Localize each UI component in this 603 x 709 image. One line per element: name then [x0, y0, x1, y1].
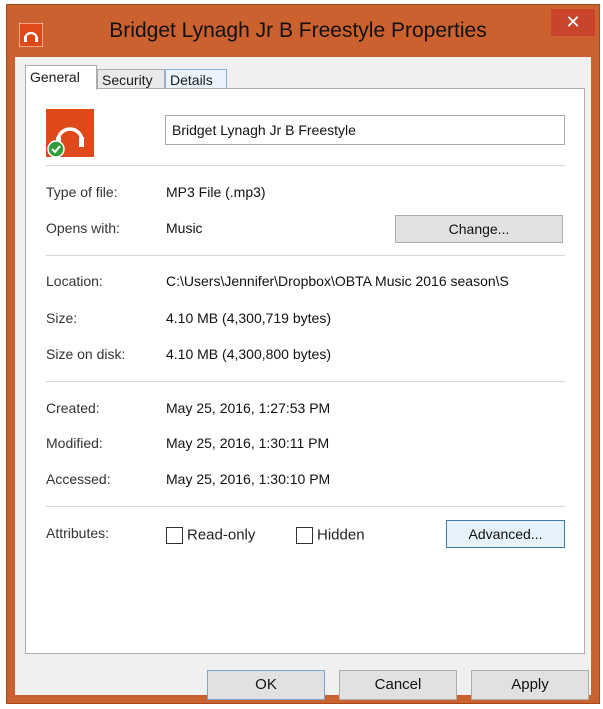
modified-label: Modified: — [46, 435, 103, 451]
location-value: C:\Users\Jennifer\Dropbox\OBTA Music 201… — [166, 273, 509, 289]
location-label: Location: — [46, 273, 103, 289]
divider — [46, 381, 565, 382]
size-value: 4.10 MB (4,300,719 bytes) — [166, 310, 331, 326]
cancel-button[interactable]: Cancel — [339, 670, 457, 700]
ok-button[interactable]: OK — [207, 670, 325, 700]
hidden-checkbox[interactable]: Hidden — [296, 526, 365, 544]
hidden-label: Hidden — [317, 526, 365, 544]
divider — [46, 255, 565, 256]
created-label: Created: — [46, 400, 100, 416]
type-of-file-label: Type of file: — [46, 184, 118, 200]
dialog-client-area: General Security Details Type of file: M… — [15, 57, 591, 700]
read-only-label: Read-only — [187, 526, 256, 544]
general-tab-panel: Type of file: MP3 File (.mp3) Opens with… — [25, 88, 585, 654]
opens-with-label: Opens with: — [46, 220, 120, 236]
accessed-value: May 25, 2016, 1:30:10 PM — [166, 471, 331, 487]
window-title: Bridget Lynagh Jr B Freestyle Properties — [109, 19, 487, 42]
size-on-disk-value: 4.10 MB (4,300,800 bytes) — [166, 346, 331, 362]
advanced-button[interactable]: Advanced... — [446, 520, 565, 548]
tab-general[interactable]: General — [25, 65, 97, 90]
created-value: May 25, 2016, 1:27:53 PM — [166, 400, 331, 416]
type-of-file-value: MP3 File (.mp3) — [166, 184, 266, 200]
hidden-checkbox-box[interactable] — [296, 526, 313, 544]
tab-details[interactable]: Details — [165, 69, 227, 89]
close-button[interactable]: ✕ — [551, 9, 595, 36]
title-bar[interactable]: Bridget Lynagh Jr B Freestyle Properties… — [7, 5, 599, 55]
divider — [46, 165, 565, 166]
size-on-disk-label: Size on disk: — [46, 346, 126, 362]
read-only-checkbox-box[interactable] — [166, 526, 183, 544]
mp3-file-icon — [46, 109, 94, 157]
properties-window: Bridget Lynagh Jr B Freestyle Properties… — [6, 4, 600, 704]
opens-with-value: Music — [166, 220, 203, 236]
tab-security[interactable]: Security — [97, 69, 165, 89]
read-only-checkbox[interactable]: Read-only — [166, 526, 255, 544]
modified-value: May 25, 2016, 1:30:11 PM — [166, 435, 330, 451]
size-label: Size: — [46, 310, 78, 326]
change-button[interactable]: Change... — [395, 215, 563, 243]
apply-button[interactable]: Apply — [471, 670, 589, 700]
file-name-field[interactable] — [165, 115, 565, 145]
accessed-label: Accessed: — [46, 471, 111, 487]
divider — [46, 506, 565, 507]
music-app-icon — [19, 23, 43, 47]
attributes-label: Attributes: — [46, 525, 110, 541]
